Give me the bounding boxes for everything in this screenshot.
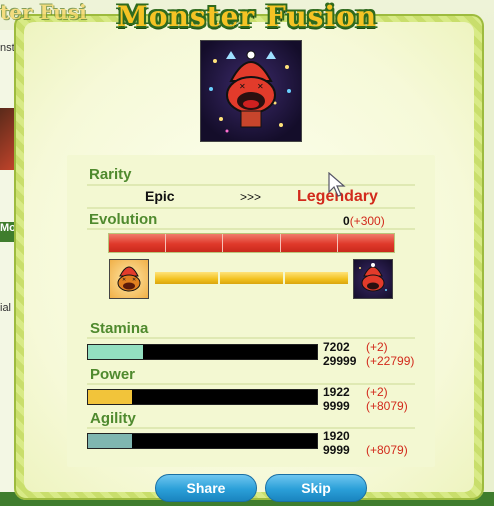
stamina-current: 7202 [323, 340, 350, 354]
evolution-bar [108, 233, 395, 253]
source-monster-art: ✕ ✕ [117, 266, 141, 292]
evolution-label: Evolution [89, 211, 158, 228]
evolution-segment [166, 234, 224, 252]
rarity-current: Epic [145, 188, 175, 204]
stamina-bar-fill [88, 345, 143, 359]
monster-portrait: ✕ ✕ [200, 40, 302, 142]
rarity-divider [87, 184, 415, 186]
evolution-segment [223, 234, 281, 252]
stamina-max-bonus: (+22799) [366, 354, 415, 368]
power-bar [87, 389, 318, 405]
evolution-value: 0(+300) [343, 214, 385, 228]
background-text-fragment-2: ial [0, 302, 12, 314]
monster-portrait-art: ✕ ✕ [209, 50, 291, 133]
rarity-arrows: >>> [240, 190, 262, 204]
agility-bar [87, 433, 318, 449]
rarity-label: Rarity [89, 166, 132, 183]
evolution-segment [280, 234, 338, 252]
svg-text:✕: ✕ [122, 277, 126, 283]
fusion-progress-bar [155, 272, 348, 284]
stamina-divider [87, 337, 415, 339]
agility-label: Agility [90, 410, 136, 427]
rarity-bottom-divider [87, 207, 415, 209]
background-text-fragment: nst [0, 42, 15, 54]
background-title-ghost: ter Fusi [0, 0, 87, 24]
svg-text:✕: ✕ [257, 82, 264, 91]
result-monster-art [359, 263, 387, 292]
power-max-bonus: (+8079) [366, 399, 408, 413]
svg-text:✕: ✕ [239, 82, 246, 91]
agility-max-bonus: (+8079) [366, 443, 408, 457]
evolution-divider [87, 228, 415, 230]
fusion-progress-segment [285, 272, 348, 284]
evolution-value-number: 0 [343, 214, 350, 228]
power-label: Power [90, 366, 136, 383]
power-max: 9999 [323, 399, 350, 413]
agility-divider [87, 427, 415, 429]
stamina-label: Stamina [90, 320, 149, 337]
evolution-segment [109, 234, 167, 252]
stamina-max: 29999 [323, 354, 357, 368]
result-monster-thumbnail [353, 259, 393, 299]
agility-max: 9999 [323, 443, 350, 457]
share-button[interactable]: Share [155, 474, 257, 502]
evolution-segment [337, 234, 395, 252]
fusion-progress-segment [220, 272, 283, 284]
power-bar-fill [88, 390, 132, 404]
modal-title: Monster Fusion [116, 0, 378, 33]
source-monster-thumbnail: ✕ ✕ [109, 259, 149, 299]
svg-text:✕: ✕ [132, 277, 136, 283]
fusion-progress-segment [155, 272, 218, 284]
skip-button[interactable]: Skip [265, 474, 367, 502]
agility-current: 1920 [323, 429, 350, 443]
stamina-current-bonus: (+2) [366, 340, 388, 354]
mouse-cursor-icon [328, 172, 346, 197]
evolution-value-bonus: (+300) [349, 214, 385, 228]
agility-bar-fill [88, 434, 132, 448]
power-current-bonus: (+2) [366, 385, 388, 399]
power-current: 1922 [323, 385, 350, 399]
stamina-bar [87, 344, 318, 360]
